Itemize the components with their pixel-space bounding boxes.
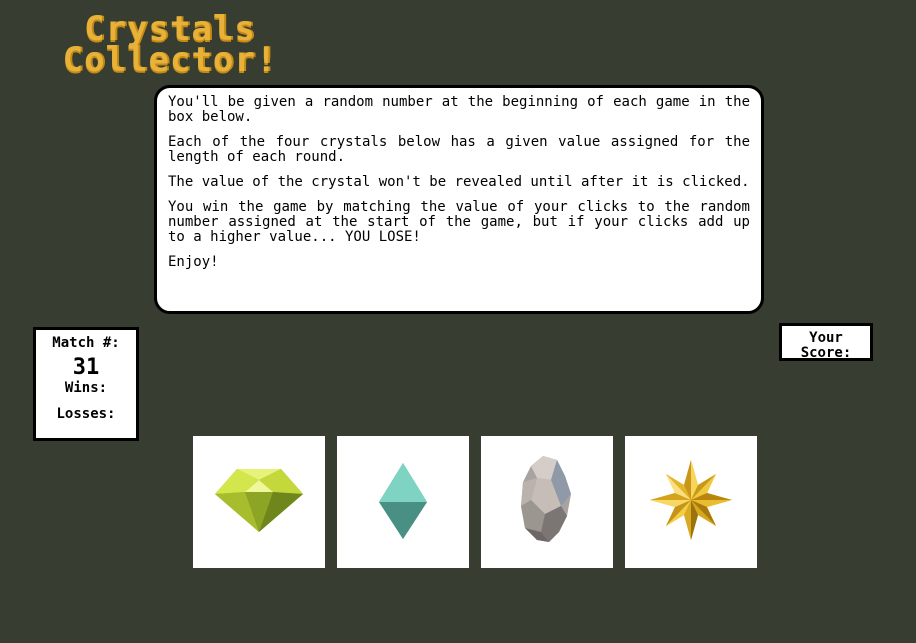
instructions-panel: You'll be given a random number at the b… <box>154 85 764 314</box>
crystal-button-1[interactable] <box>193 436 325 568</box>
instructions-paragraph-1: You'll be given a random number at the b… <box>168 94 750 125</box>
wins-label: Wins: <box>64 380 108 396</box>
yellow-green-gem-icon <box>215 469 303 532</box>
instructions-paragraph-5: Enjoy! <box>168 254 219 270</box>
game-title: Crystals Collector! <box>30 12 310 80</box>
crystals-row <box>193 436 757 568</box>
teal-diamond-crystal-icon <box>379 463 427 539</box>
crystal-button-2[interactable] <box>337 436 469 568</box>
instructions-paragraph-2: Each of the four crystals below has a gi… <box>168 134 750 165</box>
gray-rock-crystal-icon <box>521 456 571 542</box>
losses-label: Losses: <box>56 406 116 422</box>
match-label: Match #: <box>52 335 120 351</box>
crystal-button-4[interactable] <box>625 436 757 568</box>
instructions-paragraph-3: The value of the crystal won't be reveal… <box>168 174 750 190</box>
instructions-paragraph-4: You win the game by matching the value o… <box>168 199 750 245</box>
stats-panel: Match #: 31 Wins: Losses: <box>33 327 139 441</box>
crystal-button-3[interactable] <box>481 436 613 568</box>
gold-star-crystal-icon <box>650 460 732 540</box>
target-number: 31 <box>72 355 100 380</box>
score-panel: Your Score: <box>779 323 873 361</box>
score-label: Your Score: <box>800 330 852 361</box>
title-line-2: Collector! <box>62 40 278 80</box>
